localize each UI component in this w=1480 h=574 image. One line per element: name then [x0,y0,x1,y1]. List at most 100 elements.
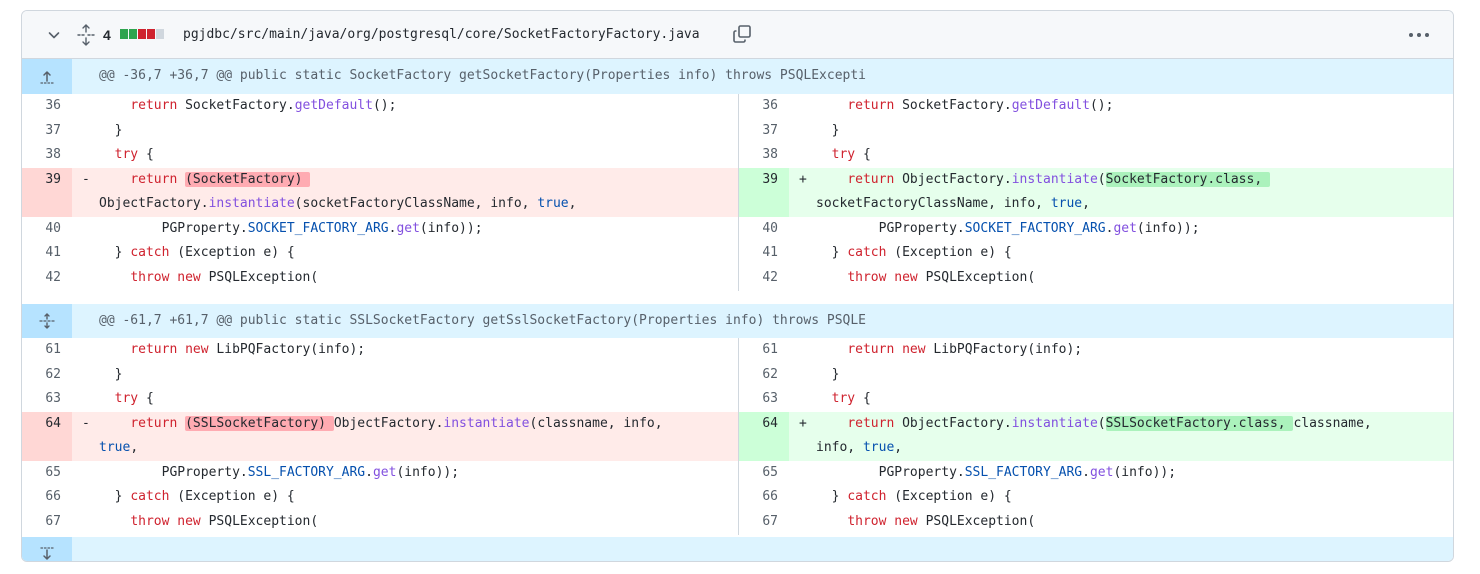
line-number[interactable]: 40 [22,217,72,242]
code-token: try [831,391,856,407]
code-token: (info)); [1136,220,1200,236]
line-number[interactable]: 36 [739,94,789,119]
code-line: return SocketFactory.getDefault(); [99,94,732,118]
code-token: (Exception e) { [886,489,1012,505]
left-side: 37 } [22,118,739,144]
line-number[interactable]: 65 [22,461,72,486]
code-line: throw new PSQLException( [816,266,1449,290]
changes-count: 4 [103,27,111,43]
line-number[interactable]: 61 [22,338,72,363]
code-token: PGProperty. [816,220,965,236]
left-side: 66 } catch (Exception e) { [22,485,739,510]
expand-up-button[interactable] [22,59,72,94]
line-number[interactable]: 40 [739,217,789,242]
code-token: throw [130,270,170,285]
file-path[interactable]: pgjdbc/src/main/java/org/postgresql/core… [183,26,700,44]
line-number[interactable]: 67 [739,510,789,535]
chevron-down-icon[interactable] [46,27,62,43]
code-token: return [130,342,178,357]
code-line: } catch (Exception e) { [816,241,1449,265]
code-token: return [847,98,895,113]
line-number[interactable]: 39 [739,167,789,217]
diff-row: 67 throw new PSQLException(67 throw new … [22,510,1453,535]
right-side: 64 + return ObjectFactory.instantiate(SSL… [739,411,1453,461]
line-number[interactable]: 36 [22,94,72,119]
code-token: SocketFactory. [177,98,295,113]
code-token: instantiate [1011,171,1098,187]
code-token: throw [847,514,887,529]
code-line: } catch (Exception e) { [816,485,1449,509]
line-number[interactable]: 62 [739,363,789,388]
line-number[interactable]: 37 [739,119,789,144]
code-token: } [99,245,131,261]
code-token: { [855,391,871,407]
right-side: 61 return new LibPQFactory(info); [739,338,1453,363]
line-number[interactable]: 66 [22,485,72,510]
file-header: 4 pgjdbc/src/main/java/org/postgresql/co… [22,11,1453,59]
code-line: return new LibPQFactory(info); [99,338,732,362]
line-number[interactable]: 62 [22,363,72,388]
diff-row: 37 } 37 } [22,118,1453,144]
line-number[interactable]: 37 [22,119,72,144]
line-number[interactable]: 65 [739,461,789,486]
code-token: catch [847,489,887,505]
line-number[interactable]: 38 [739,143,789,168]
line-number[interactable]: 66 [739,485,789,510]
diffstat-square [120,29,128,39]
code-line: } [99,119,732,143]
code-token: } [99,122,123,138]
right-side: 65 PGProperty.SSL_FACTORY_ARG.get(info))… [739,461,1453,486]
copy-icon[interactable] [732,24,752,44]
line-number[interactable]: 41 [22,241,72,266]
code-token: return [847,342,895,357]
diff-file: 4 pgjdbc/src/main/java/org/postgresql/co… [21,10,1454,562]
line-number[interactable]: 67 [22,510,72,535]
expand-both-button[interactable] [22,304,72,338]
expand-down-button[interactable] [22,537,72,561]
code-token: , [568,195,577,211]
code-token: SSL_FACTORY_ARG [964,464,1083,480]
expand-up-icon [40,70,54,84]
diff-row: 42 throw new PSQLException(42 throw new … [22,266,1453,291]
more-options-icon[interactable] [1407,25,1431,45]
code-line: return SocketFactory.getDefault(); [816,94,1449,118]
code-token: ObjectFactory. [99,195,209,211]
left-side: 42 throw new PSQLException( [22,266,739,291]
code-token: return [130,171,178,187]
line-number[interactable]: 63 [739,387,789,412]
diffstat-square [129,29,137,39]
code-token: try [114,147,139,163]
code-token: SocketFactory. [894,98,1012,113]
expand-all-icon[interactable] [76,24,96,46]
code-token: } [816,245,848,261]
code-line: } [816,119,1449,143]
diff-row-changed: 39- return (SocketFactory) ObjectFactory… [22,167,1453,217]
code-line: return (SSLSocketFactory) ObjectFactory.… [99,412,732,460]
line-number[interactable]: 61 [739,338,789,363]
line-number[interactable]: 64 [739,411,789,461]
code-token: SSL_FACTORY_ARG [247,464,366,480]
expand-down-icon [40,547,54,560]
code-token: catch [130,245,170,261]
line-number[interactable]: 38 [22,143,72,168]
code-token: PSQLException( [917,270,1036,285]
code-token: true [862,439,895,455]
hunk-footer [22,537,1453,561]
line-number[interactable]: 39 [22,167,72,217]
right-side: 41 } catch (Exception e) { [739,241,1453,266]
line-number[interactable]: 42 [22,266,72,291]
line-number[interactable]: 41 [739,241,789,266]
deletion-marker: - [82,415,90,431]
line-number[interactable]: 64 [22,411,72,461]
left-side: 38 try { [22,143,739,168]
line-number[interactable]: 42 [739,266,789,291]
line-number[interactable]: 63 [22,387,72,412]
code-token: { [138,391,154,407]
